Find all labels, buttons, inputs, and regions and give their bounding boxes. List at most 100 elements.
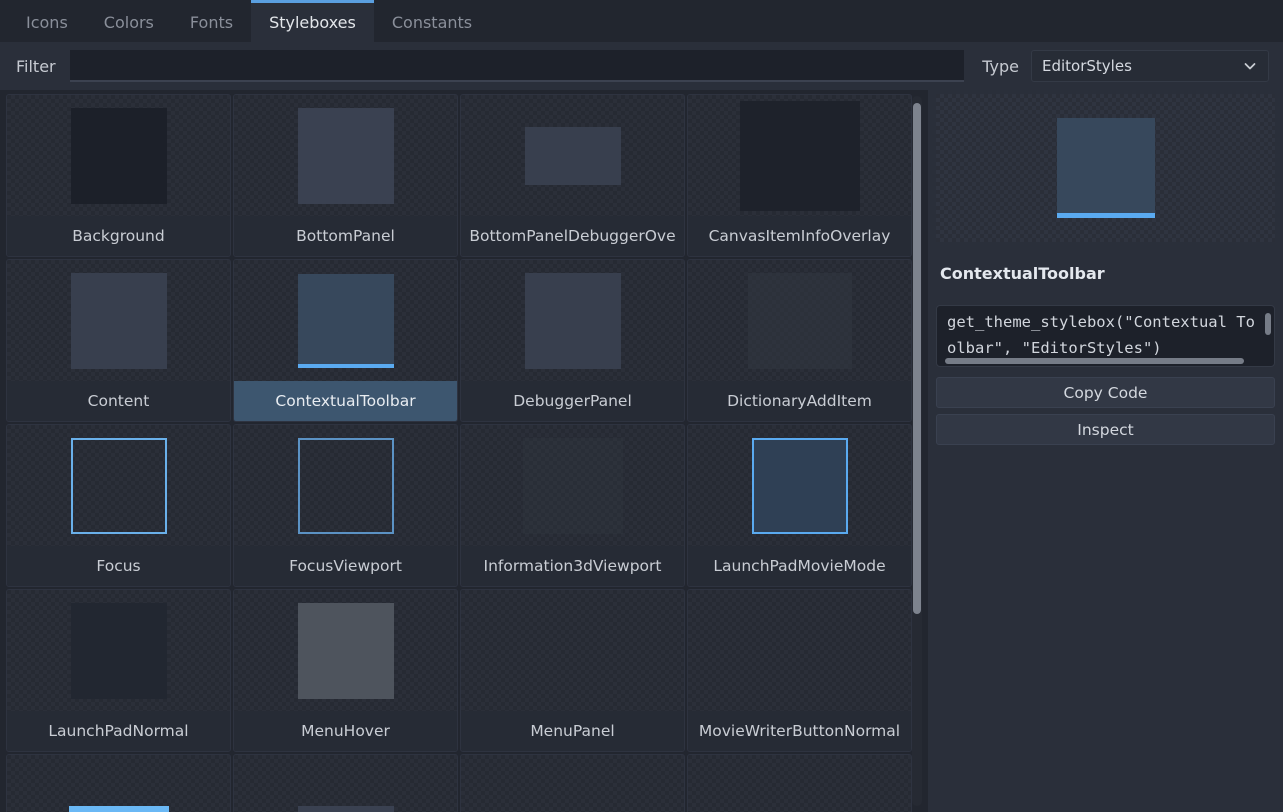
filter-toolbar: Filter Type EditorStyles [0, 42, 1283, 90]
stylebox-cell[interactable]: Focus [6, 424, 231, 587]
stylebox-swatch [751, 437, 848, 534]
stylebox-swatch [70, 602, 167, 699]
stylebox-cell-label: DictionaryAddItem [688, 381, 911, 421]
type-label: Type [982, 56, 1019, 76]
stylebox-swatch [297, 805, 394, 812]
stylebox-cell-preview [688, 590, 911, 711]
filter-label: Filter [16, 56, 56, 76]
stylebox-cell[interactable]: Content [6, 259, 231, 422]
stylebox-cell-label: Content [7, 381, 230, 421]
stylebox-cell[interactable]: MovieWriterButtonNormal [687, 589, 912, 752]
stylebox-cell[interactable]: DictionaryAddItem [687, 259, 912, 422]
stylebox-cell-preview [688, 260, 911, 381]
stylebox-cell-preview [7, 425, 230, 546]
stylebox-cell-preview [688, 95, 911, 216]
stylebox-swatch [68, 805, 169, 812]
stylebox-swatch [524, 126, 621, 185]
stylebox-cell[interactable] [6, 754, 231, 812]
stylebox-cell[interactable]: MenuHover [233, 589, 458, 752]
stylebox-cell-preview [7, 260, 230, 381]
tab-icons[interactable]: Icons [8, 0, 86, 42]
stylebox-preview-swatch [1056, 118, 1155, 218]
stylebox-cell[interactable]: CanvasItemInfoOverlay [687, 94, 912, 257]
stylebox-cell-preview [234, 755, 457, 812]
stylebox-swatch [525, 806, 621, 812]
stylebox-grid: Background BottomPanel BottomPanelDebugger… [6, 94, 914, 812]
stylebox-cell-preview [7, 755, 230, 812]
code-vertical-scrollbar[interactable] [1265, 311, 1271, 359]
stylebox-cell-label: DebuggerPanel [461, 381, 684, 421]
stylebox-grid-pane: Background BottomPanel BottomPanelDebugger… [0, 90, 928, 812]
stylebox-swatch [297, 273, 394, 368]
stylebox-cell-label: MenuHover [234, 711, 457, 751]
stylebox-cell-preview [461, 590, 684, 711]
stylebox-cell-label: FocusViewport [234, 546, 457, 586]
code-snippet-box[interactable]: get_theme_stylebox("Contextual Toolbar",… [936, 305, 1275, 367]
stylebox-cell[interactable]: Background [6, 94, 231, 257]
tab-label: Constants [391, 13, 473, 32]
stylebox-cell-label: Information3dViewport [461, 546, 684, 586]
tab-constants[interactable]: Constants [374, 0, 490, 42]
stylebox-swatch [525, 603, 621, 699]
tab-styleboxes[interactable]: Styleboxes [251, 0, 374, 42]
stylebox-cell-preview [461, 95, 684, 216]
stylebox-swatch [522, 437, 623, 534]
stylebox-cell[interactable] [460, 754, 685, 812]
stylebox-swatch [524, 272, 621, 369]
stylebox-cell-preview [7, 590, 230, 711]
type-dropdown[interactable]: EditorStyles [1031, 50, 1269, 82]
stylebox-cell[interactable]: LaunchPadNormal [6, 589, 231, 752]
theme-editor-body: Background BottomPanel BottomPanelDebugger… [0, 90, 1283, 812]
tab-label: Styleboxes [269, 13, 356, 32]
stylebox-cell-label: BottomPanel [234, 216, 457, 256]
stylebox-swatch [297, 437, 394, 534]
tab-fonts[interactable]: Fonts [172, 0, 251, 42]
stylebox-cell[interactable]: LaunchPadMovieMode [687, 424, 912, 587]
stylebox-cell[interactable]: ContextualToolbar [233, 259, 458, 422]
grid-vertical-scrollbar[interactable] [912, 96, 922, 806]
stylebox-cell-preview [234, 95, 457, 216]
stylebox-cell-preview [688, 425, 911, 546]
tab-colors[interactable]: Colors [86, 0, 172, 42]
filter-input[interactable] [69, 50, 965, 82]
inspect-button[interactable]: Inspect [936, 414, 1275, 445]
stylebox-cell[interactable]: BottomPanel [233, 94, 458, 257]
stylebox-cell-preview [7, 95, 230, 216]
stylebox-swatch [297, 602, 394, 699]
stylebox-cell-preview [234, 425, 457, 546]
stylebox-cell-label: BottomPanelDebuggerOve [461, 216, 684, 256]
stylebox-cell-label: LaunchPadMovieMode [688, 546, 911, 586]
stylebox-cell[interactable] [687, 754, 912, 812]
stylebox-cell-label: ContextualToolbar [234, 381, 457, 421]
stylebox-cell-label: CanvasItemInfoOverlay [688, 216, 911, 256]
stylebox-cell[interactable]: BottomPanelDebuggerOve [460, 94, 685, 257]
stylebox-name: ContextualToolbar [940, 264, 1105, 283]
stylebox-cell[interactable]: MenuPanel [460, 589, 685, 752]
stylebox-swatch [747, 272, 852, 369]
stylebox-cell[interactable]: Information3dViewport [460, 424, 685, 587]
tab-label: Colors [103, 13, 154, 32]
code-horizontal-scrollbar[interactable] [943, 358, 1258, 364]
stylebox-swatch [70, 272, 167, 369]
stylebox-swatch [752, 806, 848, 812]
stylebox-swatch [70, 437, 167, 534]
stylebox-cell-label: Focus [7, 546, 230, 586]
stylebox-cell[interactable]: FocusViewport [233, 424, 458, 587]
copy-code-button[interactable]: Copy Code [936, 377, 1275, 408]
grid-scrollbar-thumb[interactable] [913, 103, 921, 615]
stylebox-cell[interactable]: DebuggerPanel [460, 259, 685, 422]
stylebox-cell-preview [461, 755, 684, 812]
code-hscroll-thumb[interactable] [945, 358, 1245, 364]
stylebox-swatch [70, 107, 167, 204]
code-snippet-text: get_theme_stylebox("Contextual Toolbar",… [947, 313, 1255, 357]
theme-category-tabbar: Icons Colors Fonts Styleboxes Constants [0, 0, 1283, 42]
stylebox-cell-label: Background [7, 216, 230, 256]
stylebox-cell[interactable] [233, 754, 458, 812]
stylebox-cell-preview [461, 425, 684, 546]
type-dropdown-value: EditorStyles [1042, 57, 1132, 75]
stylebox-swatch [752, 603, 848, 699]
code-vscroll-thumb[interactable] [1265, 313, 1271, 335]
stylebox-cell-preview [234, 590, 457, 711]
stylebox-cell-preview [688, 755, 911, 812]
tab-label: Icons [26, 13, 68, 32]
